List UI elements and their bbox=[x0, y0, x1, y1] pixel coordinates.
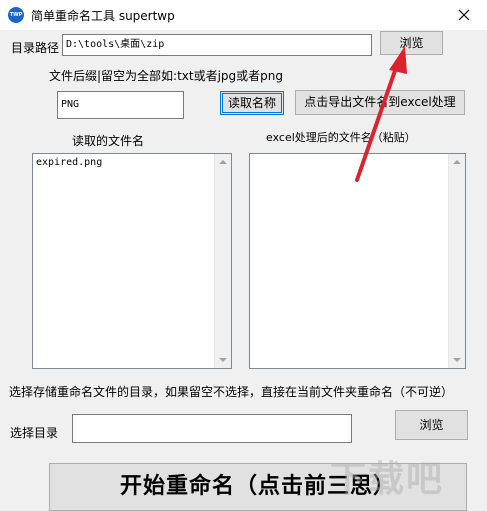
select-dir-label: 选择目录 bbox=[10, 426, 59, 440]
window-title: 简单重命名工具 supertwp bbox=[31, 9, 175, 23]
browse-select-dir-button[interactable]: 浏览 bbox=[395, 410, 468, 440]
excel-list-scrollbar[interactable] bbox=[448, 154, 465, 368]
dir-path-input[interactable]: D:\tools\桌面\zip bbox=[62, 34, 372, 56]
close-button[interactable] bbox=[441, 0, 487, 30]
scroll-up-icon[interactable] bbox=[453, 160, 461, 164]
app-icon: TWP bbox=[8, 7, 24, 23]
scroll-down-icon[interactable] bbox=[453, 358, 461, 362]
read-filenames-list[interactable]: expired.png bbox=[32, 153, 232, 369]
export-excel-button[interactable]: 点击导出文件名到excel处理 bbox=[295, 90, 465, 115]
dir-path-label: 目录路径 bbox=[11, 41, 60, 55]
suffix-hint-label: 文件后缀|留空为全部如:txt或者jpg或者png bbox=[49, 69, 284, 83]
excel-list-title: excel处理后的文件名（粘贴） bbox=[266, 131, 416, 144]
read-list-scrollbar[interactable] bbox=[214, 154, 231, 368]
suffix-input[interactable]: PNG bbox=[57, 91, 184, 119]
watermark-logo: 下载吧 bbox=[330, 459, 445, 500]
read-names-button[interactable]: 读取名称 bbox=[220, 91, 284, 115]
list-item[interactable]: expired.png bbox=[36, 157, 102, 168]
save-dir-hint-label: 选择存储重命名文件的目录，如果留空不选择，直接在当前文件夹重命名（不可逆） bbox=[9, 385, 454, 399]
browse-button[interactable]: 浏览 bbox=[380, 31, 443, 55]
excel-filenames-list[interactable] bbox=[249, 153, 466, 369]
select-dir-input[interactable] bbox=[72, 414, 352, 443]
read-list-title: 读取的文件名 bbox=[72, 134, 145, 148]
close-icon bbox=[458, 9, 470, 21]
scroll-up-icon[interactable] bbox=[219, 160, 227, 164]
scroll-down-icon[interactable] bbox=[219, 358, 227, 362]
